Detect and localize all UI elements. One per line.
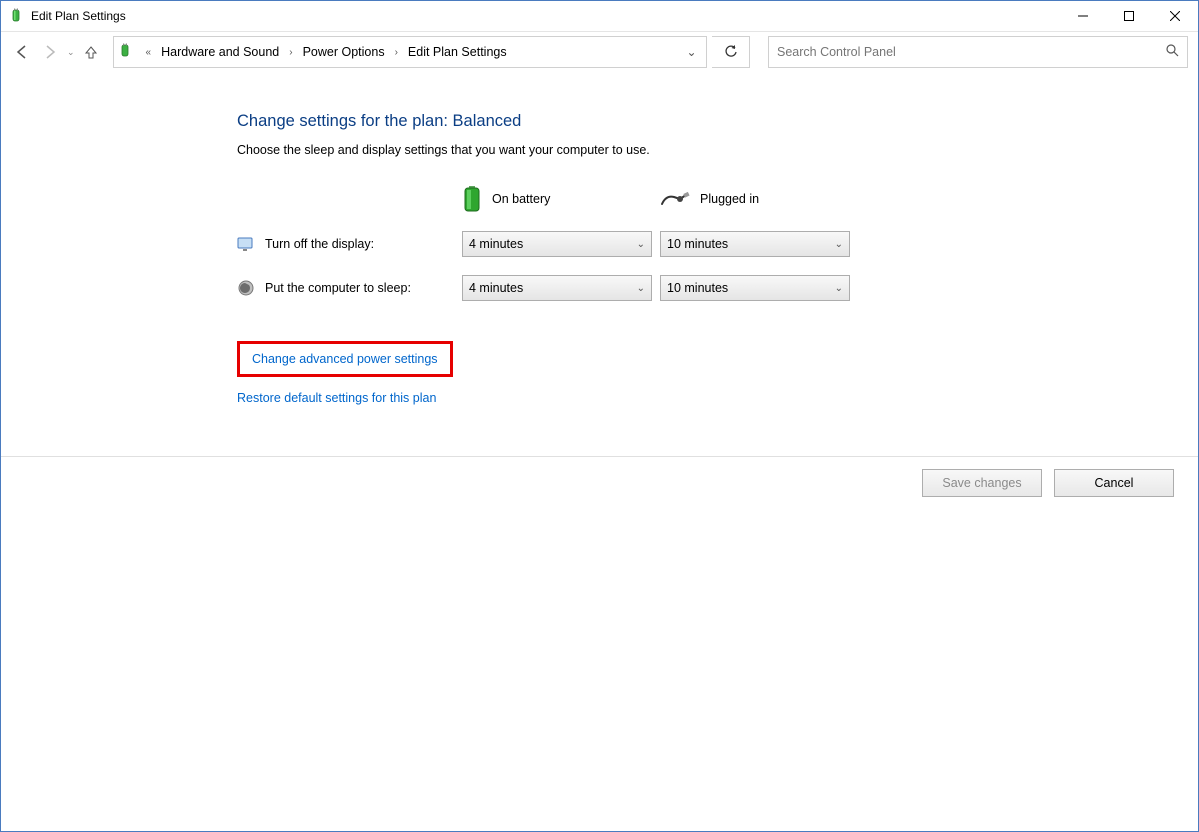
back-button[interactable]	[11, 41, 33, 63]
breadcrumb-power-options[interactable]: Power Options	[299, 45, 389, 59]
content-area: Change settings for the plan: Balanced C…	[1, 72, 1198, 423]
chevron-down-icon: ⌄	[637, 283, 645, 294]
window-controls	[1060, 1, 1198, 31]
sleep-label: Put the computer to sleep:	[265, 281, 411, 295]
chevron-down-icon: ⌄	[835, 283, 843, 294]
titlebar: Edit Plan Settings	[1, 1, 1198, 32]
close-button[interactable]	[1152, 1, 1198, 31]
row-turn-off-display: Turn off the display: 4 minutes ⌄ 10 min…	[237, 231, 1198, 257]
col-battery-label: On battery	[492, 192, 550, 206]
chevron-right-icon: ›	[283, 47, 298, 58]
address-dropdown[interactable]: ⌄	[676, 37, 706, 67]
row-sleep: Put the computer to sleep: 4 minutes ⌄ 1…	[237, 275, 1198, 301]
power-plan-icon	[118, 43, 136, 61]
page-heading: Change settings for the plan: Balanced	[237, 112, 1198, 131]
sleep-plugged-value: 10 minutes	[667, 281, 728, 295]
chevron-down-icon: ⌄	[835, 239, 843, 250]
col-header-battery: On battery	[462, 185, 660, 213]
sleep-battery-value: 4 minutes	[469, 281, 523, 295]
recent-locations-icon[interactable]: ⌄	[67, 47, 75, 58]
display-label: Turn off the display:	[265, 237, 374, 251]
battery-icon	[462, 185, 482, 213]
window-title: Edit Plan Settings	[31, 9, 126, 23]
breadcrumb-edit-plan[interactable]: Edit Plan Settings	[404, 45, 511, 59]
search-input[interactable]	[777, 45, 1166, 59]
search-box[interactable]	[768, 36, 1188, 68]
navbar: ⌄ « Hardware and Sound › Power Options ›…	[1, 32, 1198, 72]
plug-icon	[660, 191, 690, 207]
restore-defaults-link[interactable]: Restore default settings for this plan	[237, 391, 436, 405]
breadcrumb-hardware-sound[interactable]: Hardware and Sound	[157, 45, 283, 59]
address-bar[interactable]: « Hardware and Sound › Power Options › E…	[113, 36, 707, 68]
sleep-icon	[237, 279, 255, 297]
change-advanced-link[interactable]: Change advanced power settings	[252, 352, 438, 366]
display-battery-value: 4 minutes	[469, 237, 523, 251]
power-plan-icon	[9, 8, 25, 24]
column-headers: On battery Plugged in	[237, 185, 1198, 213]
chevron-right-icon: ›	[389, 47, 404, 58]
cancel-button[interactable]: Cancel	[1054, 469, 1174, 497]
search-icon[interactable]	[1166, 44, 1179, 60]
sleep-battery-select[interactable]: 4 minutes ⌄	[462, 275, 652, 301]
forward-button[interactable]	[39, 41, 61, 63]
maximize-button[interactable]	[1106, 1, 1152, 31]
chevron-down-icon: ⌄	[637, 239, 645, 250]
refresh-button[interactable]	[712, 36, 750, 68]
page-subtext: Choose the sleep and display settings th…	[237, 143, 1198, 157]
breadcrumb-root-chevron[interactable]: «	[140, 47, 158, 58]
footer-buttons: Save changes Cancel	[1, 456, 1198, 497]
links-area: Change advanced power settings Restore d…	[237, 341, 1198, 423]
up-button[interactable]	[81, 42, 101, 62]
display-icon	[237, 235, 255, 253]
display-plugged-value: 10 minutes	[667, 237, 728, 251]
display-plugged-select[interactable]: 10 minutes ⌄	[660, 231, 850, 257]
minimize-button[interactable]	[1060, 1, 1106, 31]
save-button[interactable]: Save changes	[922, 469, 1042, 497]
highlight-annotation: Change advanced power settings	[237, 341, 453, 377]
sleep-plugged-select[interactable]: 10 minutes ⌄	[660, 275, 850, 301]
display-battery-select[interactable]: 4 minutes ⌄	[462, 231, 652, 257]
col-header-plugged: Plugged in	[660, 191, 858, 207]
col-plugged-label: Plugged in	[700, 192, 759, 206]
